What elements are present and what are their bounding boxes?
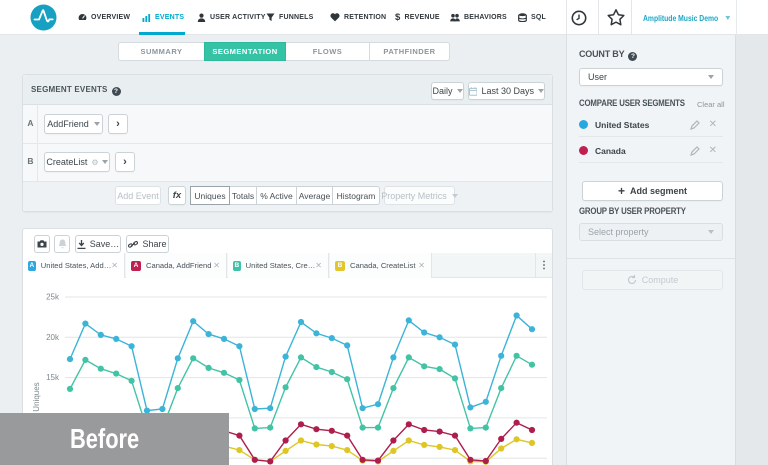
svg-text:25k: 25k <box>46 293 60 302</box>
svg-text:15k: 15k <box>46 373 60 382</box>
svg-text:Uniques: Uniques <box>32 382 41 411</box>
svg-text:20k: 20k <box>46 333 60 342</box>
